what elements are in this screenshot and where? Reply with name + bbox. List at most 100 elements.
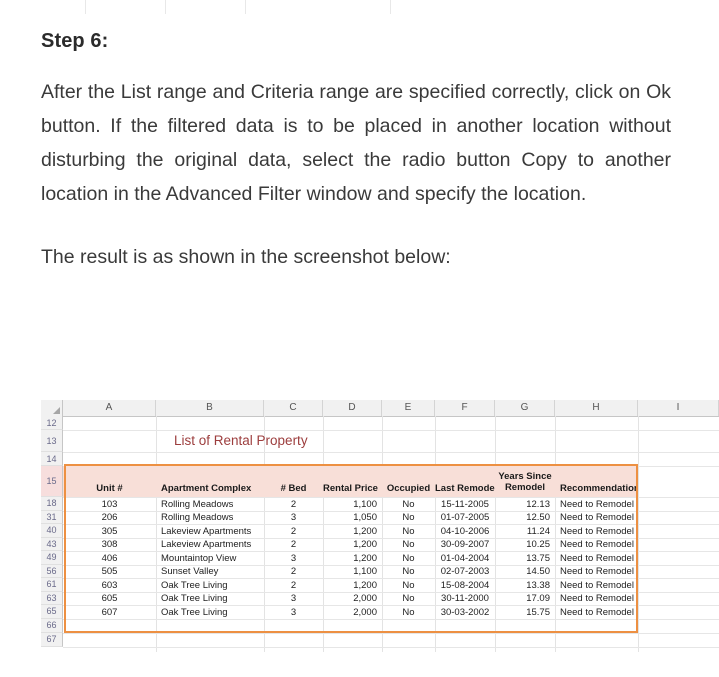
cell-price[interactable]: 1,100 — [323, 565, 382, 578]
cell-occupied[interactable]: No — [382, 552, 435, 565]
column-header-c[interactable]: C — [264, 400, 323, 416]
row-header-63[interactable]: 63 — [41, 591, 63, 605]
row-header-40[interactable]: 40 — [41, 524, 63, 538]
cell-unit[interactable]: 607 — [63, 606, 156, 619]
cell-last_remodel[interactable]: 01-07-2005 — [435, 511, 495, 524]
cell-complex[interactable]: Rolling Meadows — [156, 498, 264, 511]
select-all-corner-icon[interactable] — [41, 400, 63, 416]
column-header-d[interactable]: D — [323, 400, 382, 416]
cell-price[interactable]: 1,200 — [323, 552, 382, 565]
column-header-e[interactable]: E — [382, 400, 435, 416]
row-header-43[interactable]: 43 — [41, 537, 63, 551]
cell-years_since[interactable]: 14.50 — [495, 565, 555, 578]
cell-occupied[interactable]: No — [382, 525, 435, 538]
row-header-65[interactable]: 65 — [41, 605, 63, 619]
column-header-g[interactable]: G — [495, 400, 555, 416]
row-header-18[interactable]: 18 — [41, 497, 63, 511]
cell-bed[interactable]: 2 — [264, 579, 323, 592]
cell-occupied[interactable]: No — [382, 538, 435, 551]
cell-recommendation[interactable]: Need to Remodel — [555, 565, 638, 578]
cell-complex[interactable]: Lakeview Apartments — [156, 538, 264, 551]
cell-occupied[interactable]: No — [382, 498, 435, 511]
cell-price[interactable]: 2,000 — [323, 606, 382, 619]
cell-years_since[interactable]: 13.75 — [495, 552, 555, 565]
cell-bed[interactable]: 2 — [264, 525, 323, 538]
cell-last_remodel[interactable]: 15-11-2005 — [435, 498, 495, 511]
cell-last_remodel[interactable]: 30-11-2000 — [435, 592, 495, 605]
row-header-14[interactable]: 14 — [41, 452, 63, 466]
row-header-13[interactable]: 13 — [41, 430, 63, 452]
cell-years_since[interactable]: 12.50 — [495, 511, 555, 524]
cell-price[interactable]: 1,200 — [323, 579, 382, 592]
cell-unit[interactable]: 103 — [63, 498, 156, 511]
cell-complex[interactable]: Mountaintop View — [156, 552, 264, 565]
row-header-61[interactable]: 61 — [41, 578, 63, 592]
column-header-f[interactable]: F — [435, 400, 495, 416]
cell-recommendation[interactable]: Need to Remodel — [555, 511, 638, 524]
cell-years_since[interactable]: 11.24 — [495, 525, 555, 538]
cell-recommendation[interactable]: Need to Remodel — [555, 606, 638, 619]
cell-price[interactable]: 1,050 — [323, 511, 382, 524]
cell-bed[interactable]: 3 — [264, 552, 323, 565]
column-header-a[interactable]: A — [63, 400, 156, 416]
cell-complex[interactable]: Oak Tree Living — [156, 606, 264, 619]
cell-occupied[interactable]: No — [382, 511, 435, 524]
cell-occupied[interactable]: No — [382, 579, 435, 592]
cell-years_since[interactable]: 10.25 — [495, 538, 555, 551]
cell-price[interactable]: 1,200 — [323, 525, 382, 538]
cell-last_remodel[interactable]: 30-09-2007 — [435, 538, 495, 551]
cell-unit[interactable]: 605 — [63, 592, 156, 605]
cell-last_remodel[interactable]: 30-03-2002 — [435, 606, 495, 619]
cell-complex[interactable]: Oak Tree Living — [156, 592, 264, 605]
cell-complex[interactable]: Sunset Valley — [156, 565, 264, 578]
column-header-i[interactable]: I — [638, 400, 719, 416]
cell-bed[interactable]: 2 — [264, 538, 323, 551]
row-header-15[interactable]: 15 — [41, 466, 63, 497]
cell-recommendation[interactable]: Need to Remodel — [555, 525, 638, 538]
cell-complex[interactable]: Oak Tree Living — [156, 579, 264, 592]
column-header-h[interactable]: H — [555, 400, 638, 416]
row-header-31[interactable]: 31 — [41, 510, 63, 524]
cell-price[interactable]: 1,200 — [323, 538, 382, 551]
row-header-67[interactable]: 67 — [41, 632, 63, 647]
table-header-last-remodel: Last Remodel — [435, 483, 495, 494]
row-header-66[interactable]: 66 — [41, 618, 63, 633]
row-header-56[interactable]: 56 — [41, 564, 63, 578]
cell-bed[interactable]: 2 — [264, 565, 323, 578]
table-header-occupied: Occupied — [386, 483, 431, 494]
cell-bed[interactable]: 3 — [264, 592, 323, 605]
cell-complex[interactable]: Lakeview Apartments — [156, 525, 264, 538]
row-header-49[interactable]: 49 — [41, 551, 63, 565]
cell-bed[interactable]: 2 — [264, 498, 323, 511]
column-header-b[interactable]: B — [156, 400, 264, 416]
cell-complex[interactable]: Rolling Meadows — [156, 511, 264, 524]
cell-years_since[interactable]: 13.38 — [495, 579, 555, 592]
grid-area: List of Rental Property Unit # Apartment C… — [63, 416, 719, 652]
cell-unit[interactable]: 305 — [63, 525, 156, 538]
cell-recommendation[interactable]: Need to Remodel — [555, 498, 638, 511]
row-header-12[interactable]: 12 — [41, 416, 63, 430]
cell-last_remodel[interactable]: 02-07-2003 — [435, 565, 495, 578]
cell-recommendation[interactable]: Need to Remodel — [555, 592, 638, 605]
cell-price[interactable]: 2,000 — [323, 592, 382, 605]
cell-unit[interactable]: 206 — [63, 511, 156, 524]
cell-recommendation[interactable]: Need to Remodel — [555, 579, 638, 592]
cell-unit[interactable]: 308 — [63, 538, 156, 551]
cell-bed[interactable]: 3 — [264, 511, 323, 524]
cell-bed[interactable]: 3 — [264, 606, 323, 619]
cell-unit[interactable]: 406 — [63, 552, 156, 565]
cell-years_since[interactable]: 17.09 — [495, 592, 555, 605]
cell-occupied[interactable]: No — [382, 606, 435, 619]
cell-price[interactable]: 1,100 — [323, 498, 382, 511]
cell-occupied[interactable]: No — [382, 565, 435, 578]
cell-unit[interactable]: 505 — [63, 565, 156, 578]
cell-occupied[interactable]: No — [382, 592, 435, 605]
cell-recommendation[interactable]: Need to Remodel — [555, 538, 638, 551]
cell-years_since[interactable]: 15.75 — [495, 606, 555, 619]
cell-last_remodel[interactable]: 04-10-2006 — [435, 525, 495, 538]
cell-years_since[interactable]: 12.13 — [495, 498, 555, 511]
cell-last_remodel[interactable]: 01-04-2004 — [435, 552, 495, 565]
cell-last_remodel[interactable]: 15-08-2004 — [435, 579, 495, 592]
cell-recommendation[interactable]: Need to Remodel — [555, 552, 638, 565]
cell-unit[interactable]: 603 — [63, 579, 156, 592]
